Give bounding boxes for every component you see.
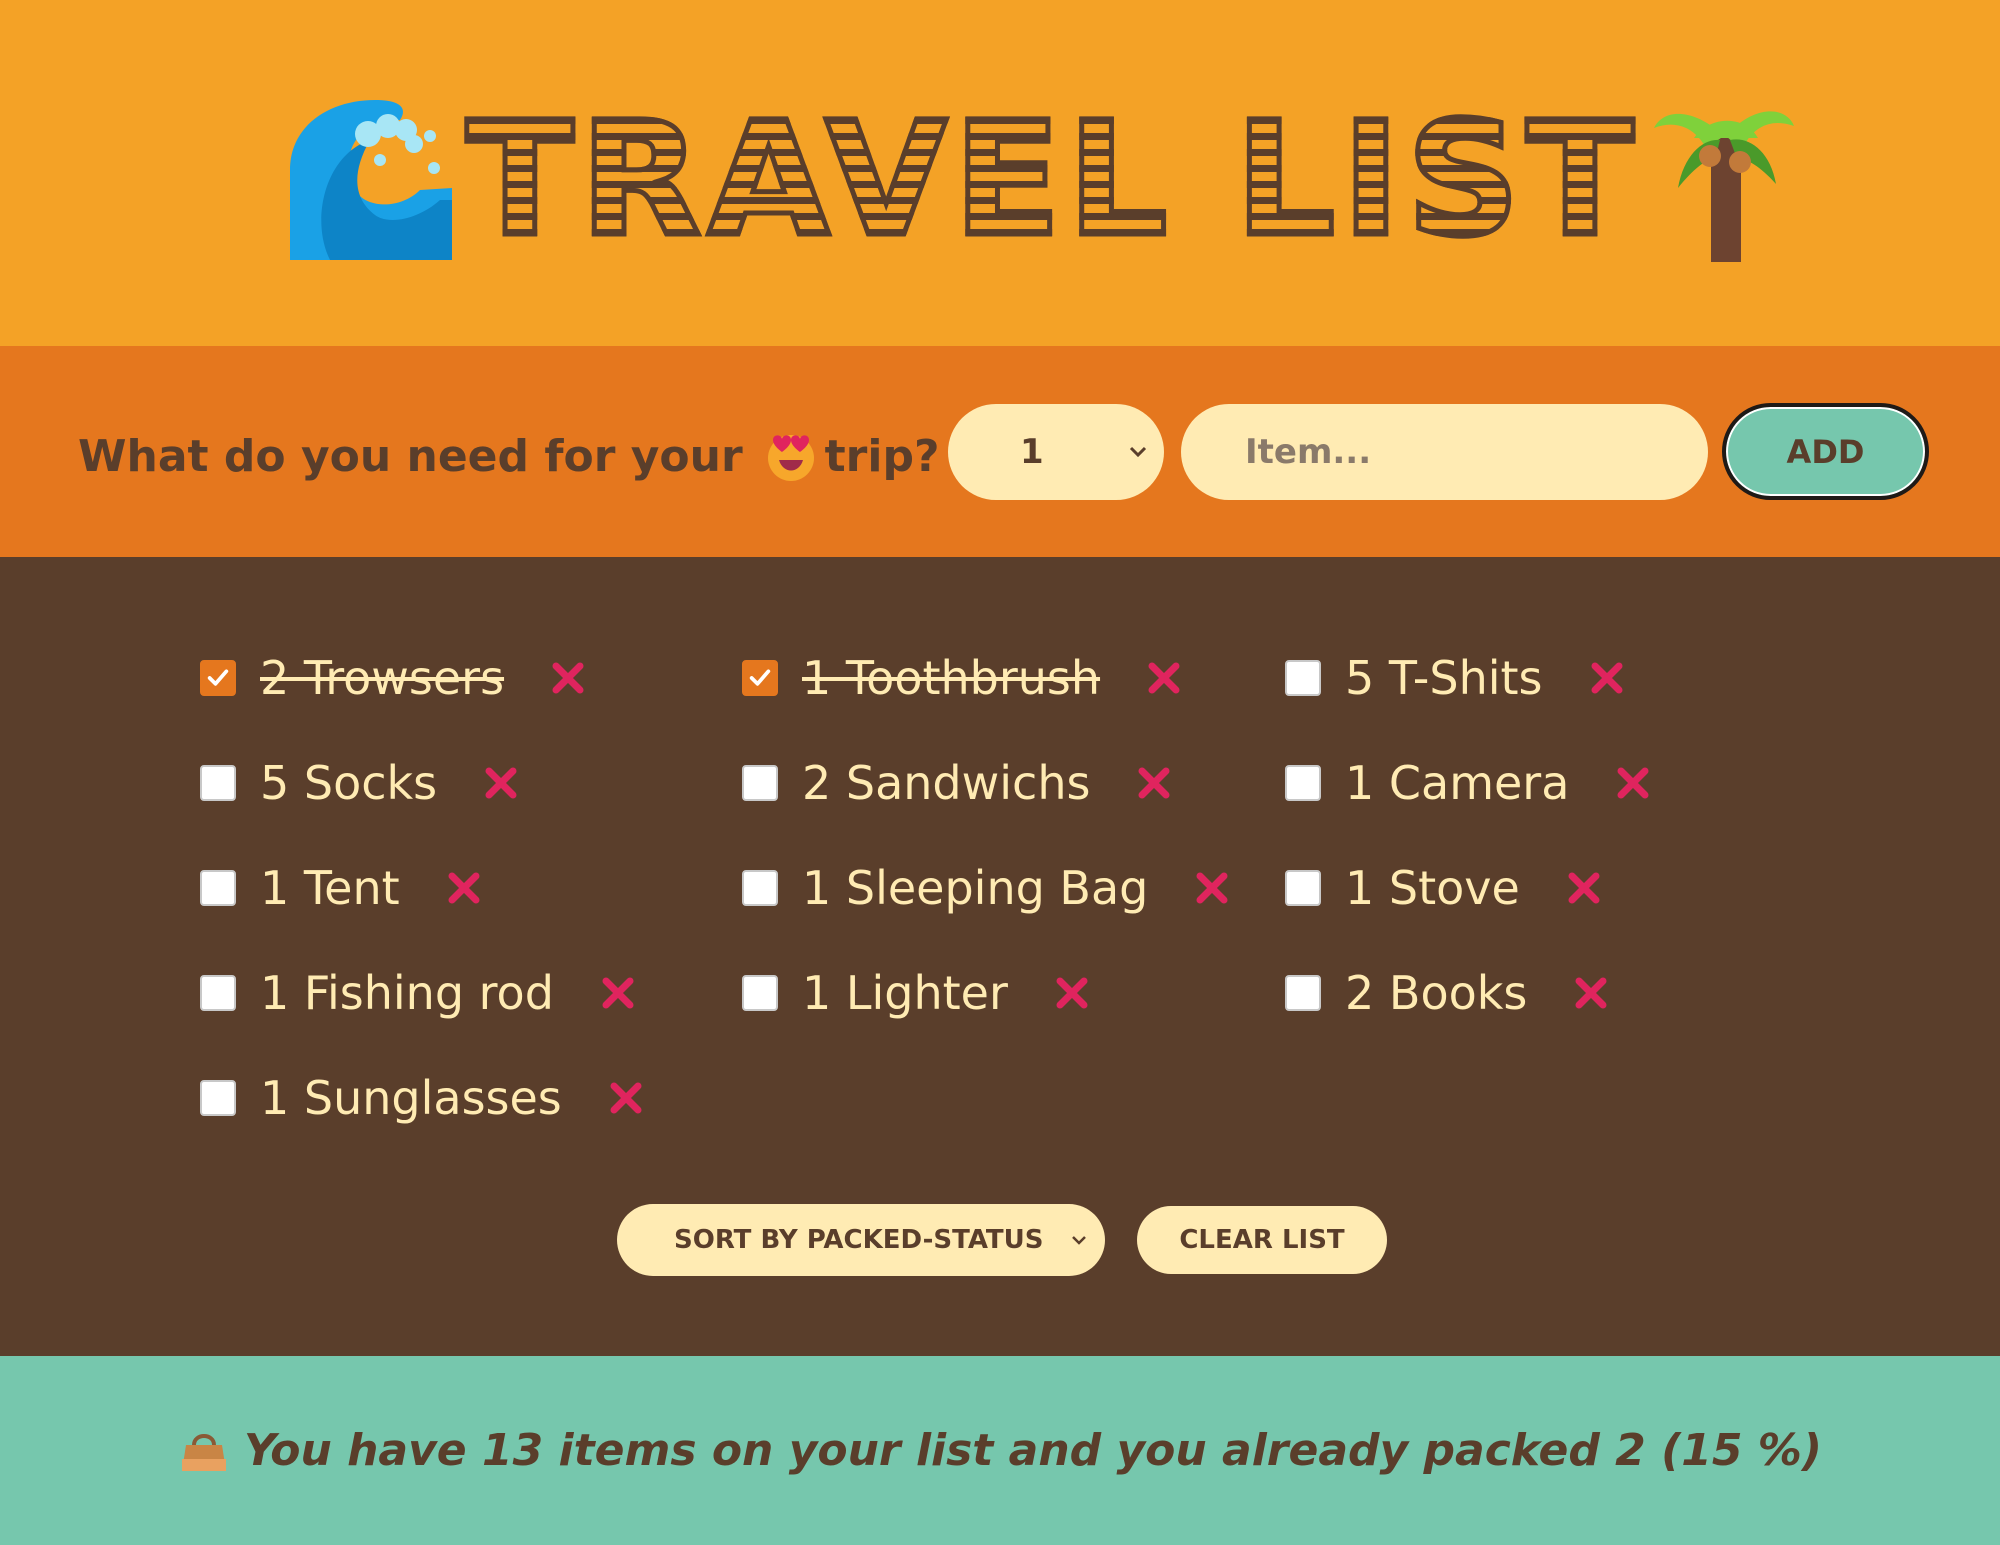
delete-icon[interactable] — [548, 658, 588, 698]
item-label: 5 T-Shits — [1345, 651, 1543, 705]
list-item: 1 Stove — [1285, 858, 1604, 918]
item-label: 2 Trowsers — [260, 651, 505, 705]
item-label: 1 Stove — [1345, 861, 1520, 915]
delete-icon[interactable] — [1144, 658, 1184, 698]
list-item: 1 Sleeping Bag — [742, 858, 1232, 918]
quantity-select[interactable]: 1 — [948, 404, 1164, 500]
delete-icon[interactable] — [444, 868, 484, 908]
item-label: 2 Sandwichs — [802, 756, 1091, 810]
packed-checkbox[interactable] — [1285, 975, 1321, 1011]
packed-checkbox[interactable] — [742, 870, 778, 906]
packed-checkbox[interactable] — [200, 870, 236, 906]
packed-checkbox[interactable] — [742, 975, 778, 1011]
app-title: TRAVEL LIST — [290, 95, 1794, 265]
sort-select[interactable]: SORT BY PACKED-STATUS — [617, 1204, 1105, 1276]
item-label: 1 Fishing rod — [260, 966, 554, 1020]
item-label: 1 Toothbrush — [802, 651, 1101, 705]
list-item: 2 Books — [1285, 963, 1611, 1023]
list-item: 1 Lighter — [742, 963, 1092, 1023]
delete-icon[interactable] — [1134, 763, 1174, 803]
delete-icon[interactable] — [1587, 658, 1627, 698]
handbag-icon — [182, 1433, 227, 1471]
delete-icon[interactable] — [1564, 868, 1604, 908]
item-label: 1 Sleeping Bag — [802, 861, 1149, 915]
chevron-down-icon — [1129, 446, 1147, 458]
packed-checkbox[interactable] — [1285, 765, 1321, 801]
delete-icon[interactable] — [1052, 973, 1092, 1013]
app-header: TRAVEL LIST — [0, 0, 2000, 346]
delete-icon[interactable] — [1192, 868, 1232, 908]
packed-checkbox[interactable] — [200, 975, 236, 1011]
packed-checkbox[interactable] — [200, 765, 236, 801]
title-text: TRAVEL LIST — [464, 88, 1640, 272]
chevron-down-icon — [1072, 1236, 1086, 1245]
item-input[interactable]: Item... — [1181, 404, 1708, 500]
packed-checkbox[interactable] — [1285, 870, 1321, 906]
item-label: 1 Camera — [1345, 756, 1570, 810]
list-item: 1 Toothbrush — [742, 648, 1184, 708]
wave-icon — [290, 100, 452, 260]
delete-icon[interactable] — [481, 763, 521, 803]
form-question: What do you need for your trip? — [78, 430, 939, 482]
item-label: 2 Books — [1345, 966, 1528, 1020]
item-label: 1 Tent — [260, 861, 400, 915]
list-item: 5 Socks — [200, 753, 521, 813]
quantity-value: 1 — [1020, 432, 1044, 472]
stats-footer: You have 13 items on your list and you a… — [0, 1356, 2000, 1545]
item-label: 5 Socks — [260, 756, 438, 810]
packed-checkbox[interactable] — [742, 765, 778, 801]
packed-checkbox[interactable] — [742, 660, 778, 696]
heart-eyes-icon — [767, 435, 814, 481]
add-button[interactable]: ADD — [1722, 403, 1929, 500]
delete-icon[interactable] — [598, 973, 638, 1013]
question-text-end: trip? — [824, 430, 940, 482]
list-item: 2 Sandwichs — [742, 753, 1174, 813]
question-text-start: What do you need for your — [78, 430, 743, 482]
clear-list-button[interactable]: CLEAR LIST — [1137, 1206, 1387, 1274]
packed-checkbox[interactable] — [200, 660, 236, 696]
list-item: 1 Sunglasses — [200, 1068, 646, 1128]
item-input-placeholder: Item... — [1245, 432, 1372, 472]
list-item: 1 Camera — [1285, 753, 1653, 813]
packed-checkbox[interactable] — [200, 1080, 236, 1116]
item-label: 1 Sunglasses — [260, 1071, 562, 1125]
stats-text: You have 13 items on your list and you a… — [244, 1425, 1822, 1476]
list-item: 1 Fishing rod — [200, 963, 638, 1023]
packed-checkbox[interactable] — [1285, 660, 1321, 696]
delete-icon[interactable] — [606, 1078, 646, 1118]
delete-icon[interactable] — [1571, 973, 1611, 1013]
item-label: 1 Lighter — [802, 966, 1008, 1020]
list-item: 1 Tent — [200, 858, 484, 918]
list-item: 2 Trowsers — [200, 648, 588, 708]
palm-tree-icon — [1653, 111, 1794, 262]
delete-icon[interactable] — [1613, 763, 1653, 803]
sort-value: SORT BY PACKED-STATUS — [674, 1225, 1044, 1255]
list-item: 5 T-Shits — [1285, 648, 1627, 708]
